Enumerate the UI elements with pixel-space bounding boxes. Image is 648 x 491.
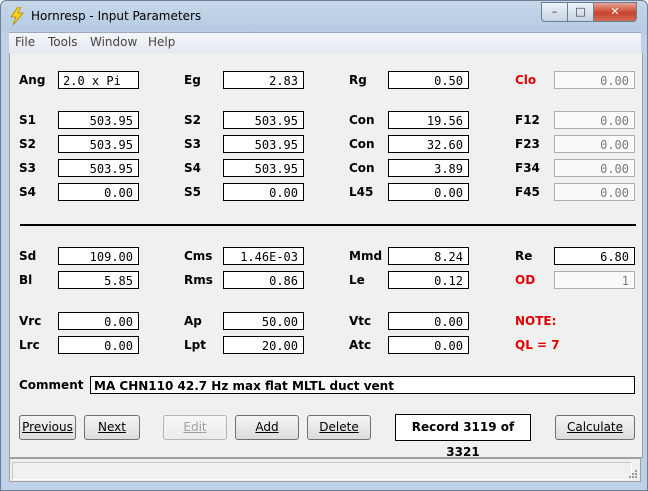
param-field-bl[interactable]: 5.85 bbox=[58, 271, 139, 289]
title-bar[interactable]: Hornresp - Input Parameters – □ ✕ bbox=[1, 1, 647, 33]
param-label-sd: Sd bbox=[19, 249, 37, 263]
menu-bar: File Tools Window Help bbox=[9, 32, 641, 53]
status-bar bbox=[9, 458, 641, 482]
param-label-f12: F12 bbox=[515, 113, 540, 127]
param-field-l45[interactable]: 0.00 bbox=[388, 183, 469, 201]
calculate-button[interactable]: Calculate bbox=[555, 415, 635, 440]
param-label-vtc: Vtc bbox=[349, 314, 372, 328]
param-field-con3[interactable]: 3.89 bbox=[388, 159, 469, 177]
param-label-s1: S1 bbox=[19, 113, 36, 127]
param-label-con3: Con bbox=[349, 161, 375, 175]
param-field-s3[interactable]: 503.95 bbox=[223, 135, 304, 153]
param-field-rg[interactable]: 0.50 bbox=[388, 71, 469, 89]
param-label-s5: S5 bbox=[184, 185, 201, 199]
ql-note: QL = 7 bbox=[515, 338, 560, 352]
param-label-s3b: S3 bbox=[19, 161, 36, 175]
param-field-vrc[interactable]: 0.00 bbox=[58, 312, 139, 330]
status-panel bbox=[12, 462, 632, 480]
param-field-f12: 0.00 bbox=[554, 111, 635, 129]
param-field-s3b[interactable]: 503.95 bbox=[58, 159, 139, 177]
param-field-f23: 0.00 bbox=[554, 135, 635, 153]
param-label-f23: F23 bbox=[515, 137, 540, 151]
previous-button[interactable]: Previous bbox=[19, 415, 76, 440]
param-field-re[interactable]: 6.80 bbox=[554, 247, 635, 265]
param-label-eg: Eg bbox=[184, 73, 201, 87]
record-indicator: Record 3119 of 3321 bbox=[395, 414, 531, 459]
menu-file[interactable]: File bbox=[15, 35, 35, 49]
section-divider bbox=[20, 224, 636, 226]
window-title: Hornresp - Input Parameters bbox=[31, 9, 202, 23]
param-field-rms[interactable]: 0.86 bbox=[223, 271, 304, 289]
param-label-rg: Rg bbox=[349, 73, 367, 87]
delete-button[interactable]: Delete bbox=[307, 415, 371, 440]
param-label-con1: Con bbox=[349, 113, 375, 127]
menu-tools[interactable]: Tools bbox=[48, 35, 78, 49]
param-field-con1[interactable]: 19.56 bbox=[388, 111, 469, 129]
param-label-s2b: S2 bbox=[19, 137, 36, 151]
param-label-l45: L45 bbox=[349, 185, 374, 199]
param-field-f45: 0.00 bbox=[554, 183, 635, 201]
param-label-f34: F34 bbox=[515, 161, 540, 175]
param-label-f45: F45 bbox=[515, 185, 540, 199]
menu-help[interactable]: Help bbox=[148, 35, 175, 49]
param-field-od: 1 bbox=[554, 271, 635, 289]
param-field-sd[interactable]: 109.00 bbox=[58, 247, 139, 265]
param-label-lrc: Lrc bbox=[19, 338, 40, 352]
param-label-bl: Bl bbox=[19, 273, 33, 287]
param-field-ang[interactable]: 2.0 x Pi bbox=[58, 71, 139, 89]
param-label-cms: Cms bbox=[184, 249, 213, 263]
param-field-cms[interactable]: 1.46E-03 bbox=[223, 247, 304, 265]
param-label-lpt: Lpt bbox=[184, 338, 206, 352]
resize-grip-icon[interactable] bbox=[628, 469, 638, 479]
param-label-s4b: S4 bbox=[19, 185, 36, 199]
param-field-eg[interactable]: 2.83 bbox=[223, 71, 304, 89]
param-field-s4[interactable]: 503.95 bbox=[223, 159, 304, 177]
param-field-s5[interactable]: 0.00 bbox=[223, 183, 304, 201]
param-field-vtc[interactable]: 0.00 bbox=[388, 312, 469, 330]
param-label-re: Re bbox=[515, 249, 533, 263]
param-label-rms: Rms bbox=[184, 273, 213, 287]
add-button[interactable]: Add bbox=[235, 415, 299, 440]
comment-label: Comment bbox=[19, 378, 84, 392]
param-label-clo: Clo bbox=[515, 73, 537, 87]
param-field-le[interactable]: 0.12 bbox=[388, 271, 469, 289]
param-label-s3: S3 bbox=[184, 137, 201, 151]
param-label-s4: S4 bbox=[184, 161, 201, 175]
edit-button[interactable]: Edit bbox=[163, 415, 227, 440]
menu-window[interactable]: Window bbox=[90, 35, 137, 49]
input-parameters-panel: Ang 2.0 x Pi Eg 2.83 Rg 0.50 Clo 0.00 S1… bbox=[9, 53, 643, 459]
param-field-mmd[interactable]: 8.24 bbox=[388, 247, 469, 265]
param-field-lrc[interactable]: 0.00 bbox=[58, 336, 139, 354]
next-button[interactable]: Next bbox=[84, 415, 140, 440]
param-field-s4b[interactable]: 0.00 bbox=[58, 183, 139, 201]
param-label-con2: Con bbox=[349, 137, 375, 151]
param-field-f34: 0.00 bbox=[554, 159, 635, 177]
param-label-od: OD bbox=[515, 273, 536, 287]
param-label-s2: S2 bbox=[184, 113, 201, 127]
minimize-button[interactable]: – bbox=[541, 2, 568, 22]
param-label-vrc: Vrc bbox=[19, 314, 42, 328]
param-field-con2[interactable]: 32.60 bbox=[388, 135, 469, 153]
maximize-icon: □ bbox=[575, 5, 586, 18]
lightning-icon bbox=[10, 7, 24, 25]
param-label-ang: Ang bbox=[19, 73, 46, 87]
param-label-atc: Atc bbox=[349, 338, 372, 352]
comment-field[interactable]: MA CHN110 42.7 Hz max flat MLTL duct ven… bbox=[90, 376, 635, 394]
param-field-atc[interactable]: 0.00 bbox=[388, 336, 469, 354]
param-field-ap[interactable]: 50.00 bbox=[223, 312, 304, 330]
param-field-s2[interactable]: 503.95 bbox=[223, 111, 304, 129]
param-field-clo: 0.00 bbox=[554, 71, 635, 89]
close-button[interactable]: ✕ bbox=[593, 2, 637, 22]
param-field-s1[interactable]: 503.95 bbox=[58, 111, 139, 129]
app-window: Hornresp - Input Parameters – □ ✕ File T… bbox=[0, 0, 648, 491]
minimize-icon: – bbox=[551, 5, 558, 18]
param-label-ap: Ap bbox=[184, 314, 202, 328]
param-field-s2b[interactable]: 503.95 bbox=[58, 135, 139, 153]
close-icon: ✕ bbox=[610, 5, 620, 18]
maximize-button[interactable]: □ bbox=[567, 2, 594, 22]
param-label-le: Le bbox=[349, 273, 365, 287]
param-label-mmd: Mmd bbox=[349, 249, 383, 263]
param-field-lpt[interactable]: 20.00 bbox=[223, 336, 304, 354]
note-label: NOTE: bbox=[515, 314, 557, 328]
